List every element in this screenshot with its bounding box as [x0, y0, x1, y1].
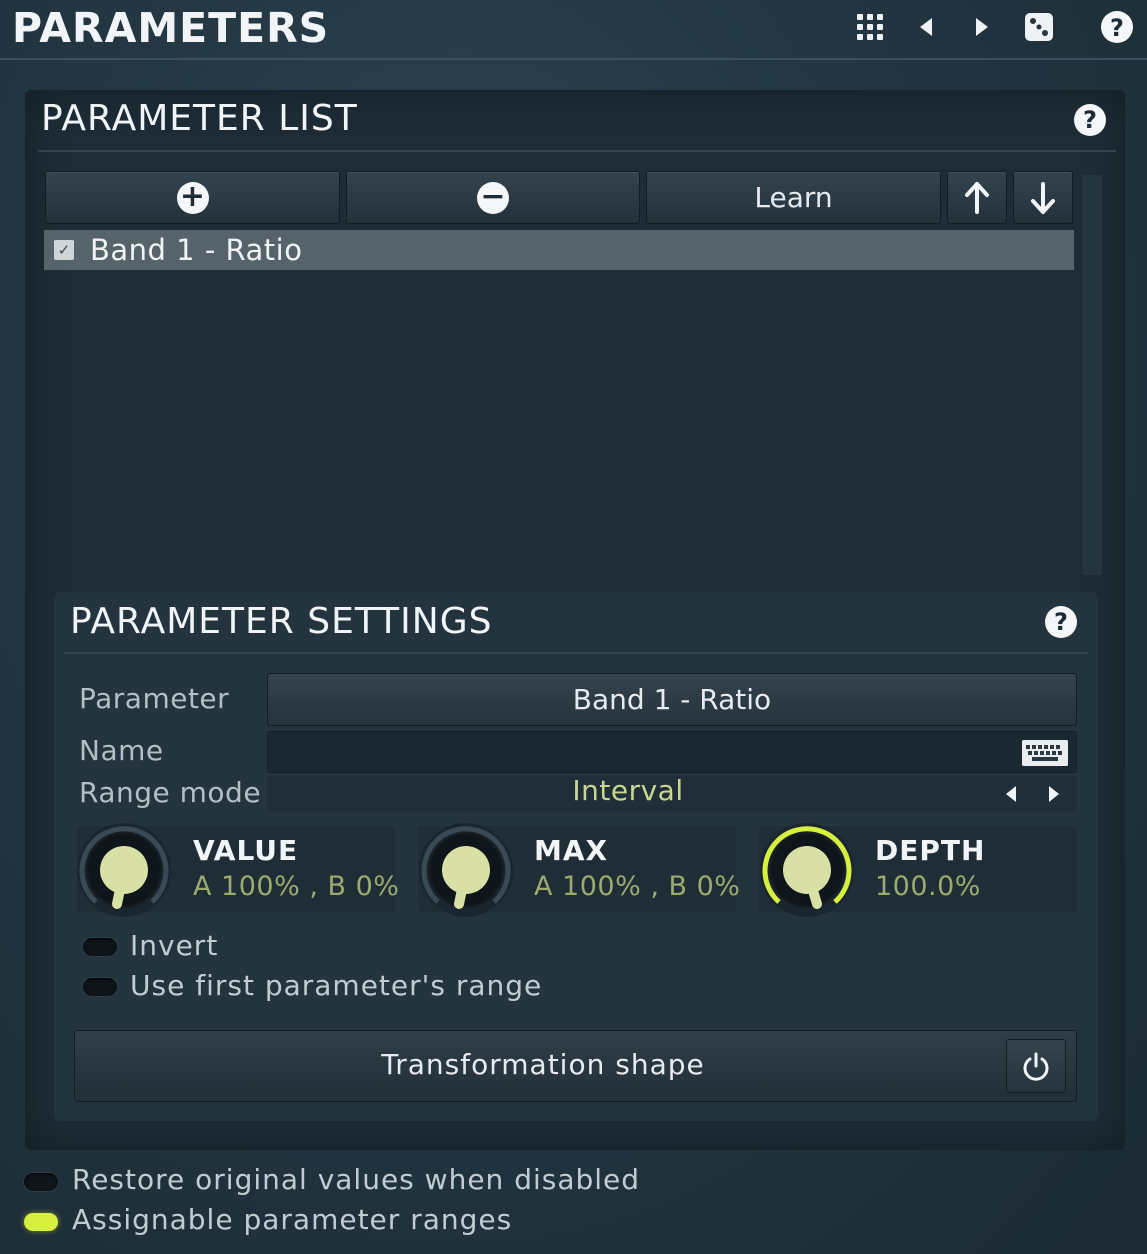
assignable-ranges-label: Assignable parameter ranges — [72, 1203, 513, 1236]
title-bar: PARAMETERS ? — [0, 0, 1147, 60]
divider — [38, 150, 1116, 152]
transformation-shape-label: Transformation shape — [381, 1048, 705, 1081]
depth-knob[interactable] — [757, 820, 857, 920]
move-down-button[interactable] — [1013, 171, 1073, 224]
range-mode-value: Interval — [572, 774, 684, 807]
value-title: VALUE — [193, 834, 299, 867]
list-item-label: Band 1 - Ratio — [90, 233, 303, 267]
checkbox[interactable]: ✓ — [54, 240, 74, 260]
depth-title: DEPTH — [875, 834, 986, 867]
learn-button[interactable]: Learn — [646, 171, 941, 224]
restore-original-label: Restore original values when disabled — [72, 1163, 641, 1196]
arrow-down-icon — [1031, 181, 1055, 214]
keyboard-icon[interactable] — [1022, 740, 1068, 766]
depth-readout: 100.0% — [875, 871, 981, 902]
name-label: Name — [79, 734, 164, 767]
invert-label: Invert — [130, 929, 219, 962]
next-icon[interactable] — [1043, 782, 1065, 806]
grid-icon[interactable] — [853, 10, 887, 44]
parameter-settings-title: PARAMETER SETTINGS — [70, 601, 493, 642]
use-first-range-label: Use first parameter's range — [130, 969, 543, 1002]
add-parameter-button[interactable]: + — [45, 171, 340, 224]
parameter-label: Parameter — [79, 682, 230, 715]
learn-label: Learn — [754, 181, 833, 214]
plus-icon: + — [176, 181, 209, 214]
list-item[interactable]: ✓ Band 1 - Ratio — [44, 230, 1074, 270]
remove-parameter-button[interactable]: − — [346, 171, 640, 224]
max-readout: A 100% , B 0% — [534, 871, 741, 902]
max-title: MAX — [534, 834, 609, 867]
parameter-value: Band 1 - Ratio — [572, 683, 772, 716]
scrollbar[interactable] — [1082, 175, 1102, 575]
transformation-shape-button[interactable]: Transformation shape — [74, 1030, 1077, 1102]
value-knob[interactable] — [74, 820, 174, 920]
max-knob[interactable] — [416, 820, 516, 920]
parameter-select-button[interactable]: Band 1 - Ratio — [267, 673, 1077, 726]
restore-original-toggle[interactable] — [24, 1173, 58, 1191]
next-icon[interactable] — [964, 10, 998, 44]
parameter-list-title: PARAMETER LIST — [41, 98, 358, 139]
prev-icon[interactable] — [910, 10, 944, 44]
dice-icon[interactable] — [1022, 10, 1056, 44]
power-button[interactable] — [1006, 1039, 1066, 1093]
help-icon[interactable]: ? — [1045, 606, 1077, 638]
arrow-up-icon — [965, 181, 989, 214]
name-field[interactable] — [267, 731, 1077, 773]
minus-icon: − — [477, 181, 509, 214]
power-icon — [1023, 1052, 1049, 1081]
help-icon[interactable]: ? — [1100, 10, 1134, 44]
range-mode-label: Range mode — [79, 776, 262, 809]
prev-icon[interactable] — [1000, 782, 1022, 806]
range-mode-selector[interactable]: Interval — [267, 774, 1077, 812]
divider — [64, 652, 1088, 654]
help-icon[interactable]: ? — [1074, 104, 1106, 136]
value-readout: A 100% , B 0% — [193, 871, 400, 902]
assignable-ranges-toggle[interactable] — [24, 1213, 58, 1231]
svg-text:?: ? — [1110, 14, 1124, 42]
move-up-button[interactable] — [947, 171, 1007, 224]
invert-toggle[interactable] — [83, 938, 117, 956]
page-title: PARAMETERS — [12, 4, 330, 52]
use-first-range-toggle[interactable] — [83, 978, 117, 996]
